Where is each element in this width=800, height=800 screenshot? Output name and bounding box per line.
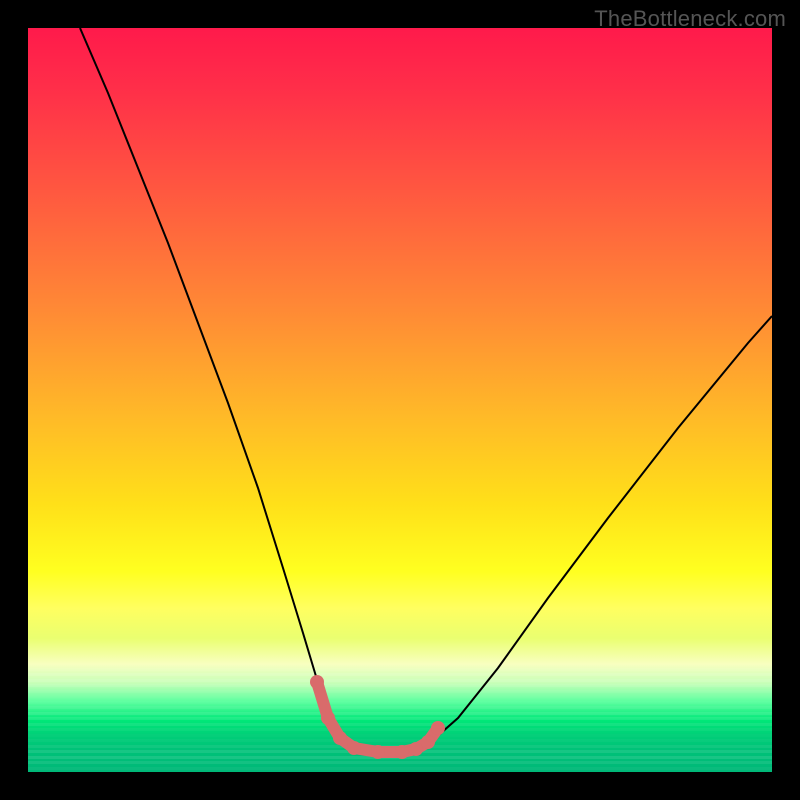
valley-dot	[310, 675, 324, 689]
valley-dot	[347, 741, 361, 755]
valley-dot	[421, 735, 435, 749]
valley-dot	[431, 721, 445, 735]
valley-dot	[371, 745, 385, 759]
valley-dot	[395, 745, 409, 759]
bottleneck-curve-svg	[28, 28, 772, 772]
valley-dot	[321, 711, 335, 725]
valley-dot	[333, 731, 347, 745]
valley-marker	[310, 675, 445, 759]
plot-area	[28, 28, 772, 772]
watermark-text: TheBottleneck.com	[594, 6, 786, 32]
bottleneck-curve-path	[80, 28, 772, 752]
valley-dot	[409, 742, 423, 756]
